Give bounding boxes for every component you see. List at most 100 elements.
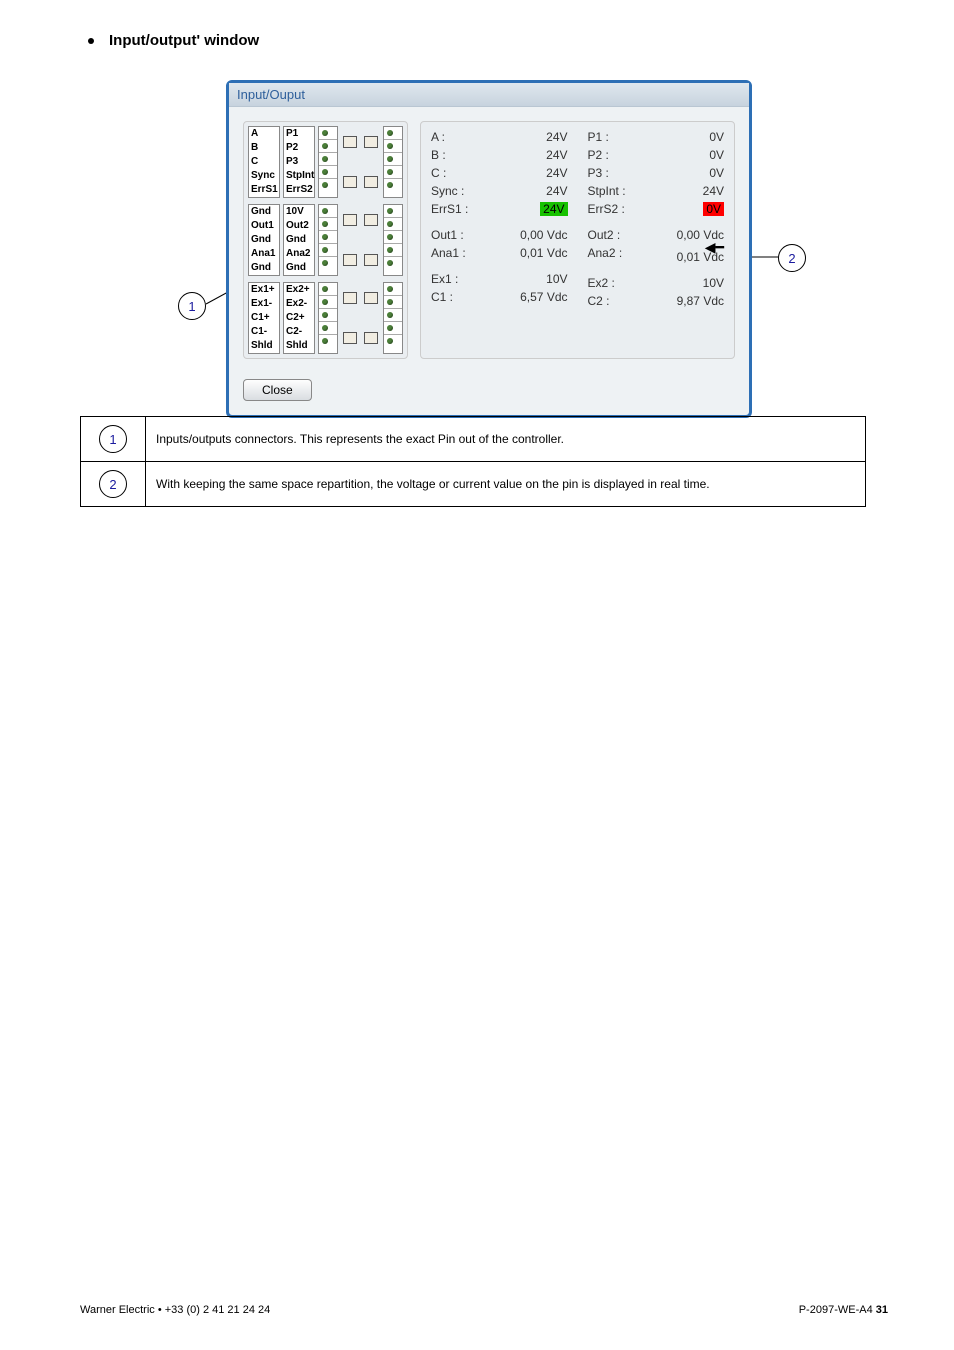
pin-label: Ex2+ <box>284 283 314 297</box>
pin-label: Gnd <box>249 233 279 247</box>
pin-label: Ana1 <box>249 247 279 261</box>
terminals <box>318 204 338 276</box>
status-col-right: P1 : 0V P2 : 0V P3 : 0V StpInt :24V ErrS2 : 0V O… <box>588 130 725 350</box>
pin-label: C <box>249 155 279 169</box>
status-label: ErrS1 : <box>431 202 468 216</box>
labels-right-1: P1 P2 P3 StpInt ErrS2 <box>283 126 315 198</box>
status-label: B : <box>431 148 446 162</box>
status-row: P2 : 0V <box>588 148 725 162</box>
status-row: StpInt :24V <box>588 184 725 198</box>
pin-label: Gnd <box>284 233 314 247</box>
pin-label: Ex1- <box>249 297 279 311</box>
close-button[interactable]: Close <box>243 379 312 401</box>
legend-row: 1 Inputs/outputs connectors. This repres… <box>81 417 866 462</box>
connector-block-3: Ex1+ Ex1- C1+ C1- Shld Ex2+ Ex2- C2+ C2-… <box>248 282 403 354</box>
status-row: C2 :9,87 Vdc <box>588 294 725 308</box>
pin-label: ErrS2 <box>284 183 314 197</box>
status-label: Ana1 : <box>431 246 466 260</box>
status-value: 24V <box>546 148 567 162</box>
relay-icon <box>343 292 357 304</box>
relay-icon <box>343 254 357 266</box>
labels-left-3: Ex1+ Ex1- C1+ C1- Shld <box>248 282 280 354</box>
status-value: 0V <box>703 202 724 216</box>
status-label: C1 : <box>431 290 453 304</box>
status-row: ErrS2 : 0V <box>588 202 725 216</box>
status-label: ErrS2 : <box>588 202 625 216</box>
status-label: Ex1 : <box>431 272 458 286</box>
window-title: Input/Ouput <box>229 83 749 107</box>
status-value: 6,57 Vdc <box>520 290 567 304</box>
status-value: 0,01 Vdc <box>677 250 724 264</box>
pin-label: Shld <box>249 339 279 353</box>
callout-1: 1 <box>178 292 206 320</box>
labels-left-2: Gnd Out1 Gnd Ana1 Gnd <box>248 204 280 276</box>
relay-icons <box>341 126 359 198</box>
relay-icon <box>343 332 357 344</box>
status-label: Sync : <box>431 184 464 198</box>
labels-right-2: 10V Out2 Gnd Ana2 Gnd <box>283 204 315 276</box>
pin-label: C2- <box>284 325 314 339</box>
labels-left-1: A B C Sync ErrS1 <box>248 126 280 198</box>
pin-label: Sync <box>249 169 279 183</box>
bullet-icon <box>88 38 94 44</box>
legend-callout-2-num: 2 <box>109 477 116 492</box>
pin-label: P3 <box>284 155 314 169</box>
relay-icon <box>364 332 378 344</box>
status-row: Out1 :0,00 Vdc <box>431 228 568 242</box>
relay-icon <box>364 214 378 226</box>
pin-label: Out1 <box>249 219 279 233</box>
legend-num-cell: 2 <box>81 462 146 507</box>
pin-label: Shld <box>284 339 314 353</box>
status-value: 0V <box>709 130 724 144</box>
window-body: A B C Sync ErrS1 P1 P2 P3 StpInt ErrS2 <box>229 107 749 373</box>
footer-doc-id: P-2097-WE-A4 <box>799 1304 876 1316</box>
footer-right: P-2097-WE-A4 31 <box>799 1304 888 1316</box>
relay-icon <box>364 176 378 188</box>
relay-icon <box>364 254 378 266</box>
relay-icons <box>362 282 380 354</box>
terminals <box>318 282 338 354</box>
status-label: P1 : <box>588 130 609 144</box>
status-value: 0,01 Vdc <box>520 246 567 260</box>
status-label: P2 : <box>588 148 609 162</box>
pin-label: B <box>249 141 279 155</box>
status-row: C : 24V <box>431 166 568 180</box>
status-row: Ex2 :10V <box>588 276 725 290</box>
relay-icon <box>364 292 378 304</box>
relay-icons <box>362 126 380 198</box>
status-value: 0V <box>709 166 724 180</box>
status-label: C : <box>431 166 446 180</box>
legend-table: 1 Inputs/outputs connectors. This repres… <box>80 416 866 507</box>
status-row: ErrS1 :24V <box>431 202 568 216</box>
status-value: 0V <box>709 148 724 162</box>
relay-icon <box>364 136 378 148</box>
relay-icon <box>343 214 357 226</box>
relay-icons <box>341 204 359 276</box>
pin-label: C1+ <box>249 311 279 325</box>
pin-label: Gnd <box>249 205 279 219</box>
connectors-panel: A B C Sync ErrS1 P1 P2 P3 StpInt ErrS2 <box>243 121 408 359</box>
status-label: Out1 : <box>431 228 464 242</box>
status-label: C2 : <box>588 294 610 308</box>
status-value: 10V <box>703 276 724 290</box>
status-row: C1 : 6,57 Vdc <box>431 290 568 304</box>
status-value: 24V <box>546 184 567 198</box>
status-row: Ana2 :◀━0,01 Vdc <box>588 246 725 264</box>
pin-label: A <box>249 127 279 141</box>
pin-label: Out2 <box>284 219 314 233</box>
status-label: P3 : <box>588 166 609 180</box>
status-label: StpInt : <box>588 184 626 198</box>
legend-callout-1: 1 <box>99 425 127 453</box>
status-row: Ana1 : 0,01 Vdc <box>431 246 568 260</box>
pin-label: Ex1+ <box>249 283 279 297</box>
status-row: Sync : 24V <box>431 184 568 198</box>
pin-label: Gnd <box>284 261 314 275</box>
pin-label: ErrS1 <box>249 183 279 197</box>
callout-2: 2 <box>778 244 806 272</box>
page-heading: Input/output' window <box>109 32 259 49</box>
status-row: P1 : 0V <box>588 130 725 144</box>
status-value: 10V <box>546 272 567 286</box>
relay-icons <box>341 282 359 354</box>
status-value: 24V <box>546 166 567 180</box>
status-label: Out2 : <box>588 228 621 242</box>
